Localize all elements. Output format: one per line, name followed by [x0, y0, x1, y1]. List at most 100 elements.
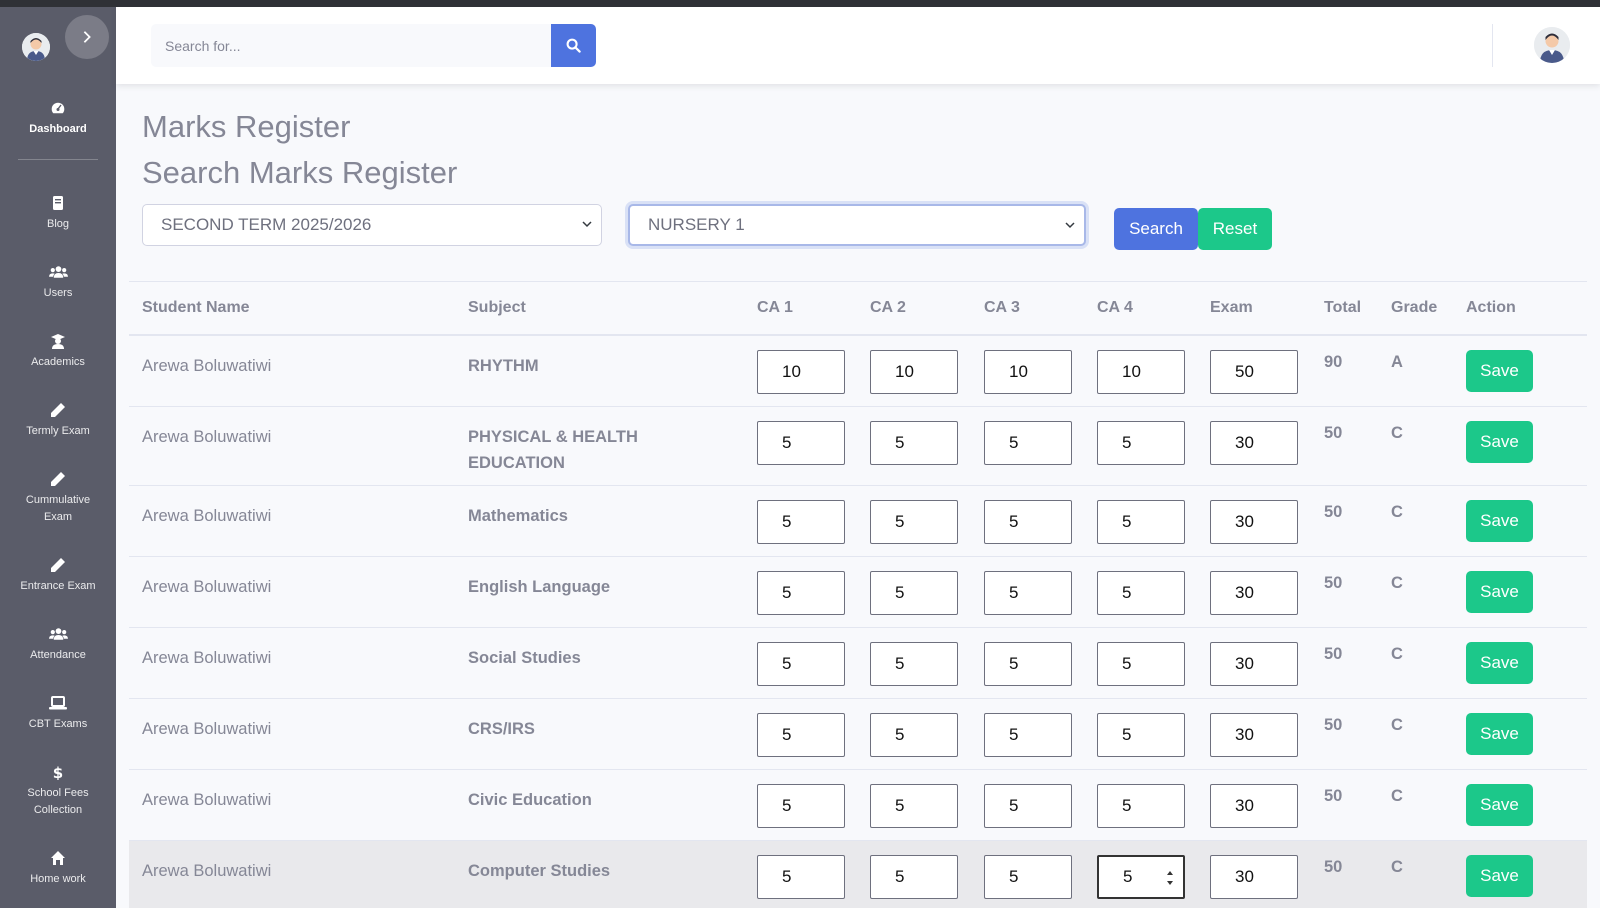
ca2-score-input[interactable]: 5: [870, 571, 958, 615]
ca1-score-input[interactable]: 5: [757, 784, 845, 828]
ca2-score-input[interactable]: 10: [870, 350, 958, 394]
subject-cell: Social Studies: [468, 649, 581, 667]
subject-cell: Civic Education: [468, 791, 592, 809]
table-row: Arewa Boluwatiwi PHYSICAL & HEALTH EDUCAT…: [129, 407, 1587, 486]
ca4-score-input[interactable]: 10: [1097, 350, 1185, 394]
brand-avatar-icon[interactable]: [22, 33, 50, 61]
student-name-cell: Arewa Boluwatiwi: [142, 862, 272, 880]
search-button[interactable]: [551, 24, 596, 67]
save-button[interactable]: Save: [1466, 350, 1533, 392]
spinner-arrows-icon[interactable]: [1165, 867, 1175, 889]
header-exam: Exam: [1210, 299, 1253, 316]
sidebar-item-blog[interactable]: Blog: [0, 160, 116, 263]
reset-filter-button[interactable]: Reset: [1198, 208, 1272, 250]
main-content: Marks Register Search Marks Register SEC…: [116, 84, 1600, 908]
exam-score-input[interactable]: 30: [1210, 642, 1298, 686]
ca1-score-input[interactable]: 5: [757, 571, 845, 615]
exam-score-input[interactable]: 30: [1210, 855, 1298, 899]
sidebar-item-dashboard[interactable]: Dashboard: [0, 85, 116, 153]
ca4-score-input[interactable]: 5: [1097, 500, 1185, 544]
ca3-score-input[interactable]: 5: [984, 713, 1072, 757]
grade-cell: A: [1391, 353, 1403, 371]
student-name-cell: Arewa Boluwatiwi: [142, 649, 272, 667]
save-button[interactable]: Save: [1466, 784, 1533, 826]
sidebar-item-users[interactable]: Users: [0, 263, 116, 332]
grade-cell: C: [1391, 716, 1403, 734]
ca4-score-input[interactable]: 5: [1097, 784, 1185, 828]
sidebar-item-label: Entrance Exam: [20, 580, 96, 592]
ca1-score-input[interactable]: 10: [757, 350, 845, 394]
total-cell: 50: [1324, 424, 1343, 442]
search-input[interactable]: [151, 24, 551, 67]
sidebar-item-cbt-exams[interactable]: CBT Exams: [0, 694, 116, 763]
ca3-score-input[interactable]: 5: [984, 500, 1072, 544]
ca3-score-input[interactable]: 5: [984, 571, 1072, 615]
term-select[interactable]: SECOND TERM 2025/2026: [142, 204, 602, 246]
exam-score-input[interactable]: 30: [1210, 500, 1298, 544]
save-button[interactable]: Save: [1466, 571, 1533, 613]
student-name-cell: Arewa Boluwatiwi: [142, 578, 272, 596]
ca3-score-value: 5: [1009, 867, 1019, 886]
ca3-score-input[interactable]: 5: [984, 642, 1072, 686]
class-select[interactable]: NURSERY 1: [628, 204, 1086, 246]
exam-score-value: 30: [1235, 583, 1254, 602]
sidebar-item-academics[interactable]: Academics: [0, 332, 116, 401]
exam-score-input[interactable]: 30: [1210, 571, 1298, 615]
header-ca2: CA 2: [870, 299, 906, 316]
save-button[interactable]: Save: [1466, 855, 1533, 897]
ca4-score-value: 5: [1122, 725, 1132, 744]
exam-score-input[interactable]: 50: [1210, 350, 1298, 394]
table-row: Arewa Boluwatiwi Mathematics 5 5 5 5 30 50 C Save: [129, 486, 1587, 557]
search-filter-button[interactable]: Search: [1114, 208, 1198, 250]
sidebar-toggle-button[interactable]: [65, 15, 109, 59]
save-button[interactable]: Save: [1466, 642, 1533, 684]
ca2-score-input[interactable]: 5: [870, 642, 958, 686]
ca2-score-input[interactable]: 5: [870, 421, 958, 465]
exam-score-value: 30: [1235, 867, 1254, 886]
exam-score-input[interactable]: 30: [1210, 421, 1298, 465]
ca4-score-input[interactable]: 5: [1097, 421, 1185, 465]
ca1-score-input[interactable]: 5: [757, 713, 845, 757]
ca2-score-input[interactable]: 5: [870, 855, 958, 899]
tachometer-icon: [50, 101, 66, 115]
sidebar-item-label: Blog: [46, 218, 70, 230]
student-name-cell: Arewa Boluwatiwi: [142, 791, 272, 809]
ca1-score-input[interactable]: 5: [757, 642, 845, 686]
ca4-score-input[interactable]: 5: [1097, 713, 1185, 757]
ca4-score-input[interactable]: 5: [1097, 642, 1185, 686]
sidebar-header: [0, 7, 116, 85]
ca2-score-input[interactable]: 5: [870, 500, 958, 544]
page-subtitle: Search Marks Register: [142, 155, 458, 190]
dollar-icon: $: [53, 764, 63, 780]
ca4-score-input[interactable]: 5: [1097, 571, 1185, 615]
table-row: Arewa Boluwatiwi CRS/IRS 5 5 5 5 30 50 C Save: [129, 699, 1587, 770]
sidebar-item-cummulative-exam[interactable]: Cummulative Exam: [0, 470, 116, 556]
ca1-score-input[interactable]: 5: [757, 855, 845, 899]
save-button[interactable]: Save: [1466, 421, 1533, 463]
ca1-score-input[interactable]: 5: [757, 500, 845, 544]
ca3-score-input[interactable]: 10: [984, 350, 1072, 394]
ca3-score-value: 5: [1009, 433, 1019, 452]
user-avatar[interactable]: [1534, 27, 1570, 63]
sidebar-item-home-work[interactable]: Home work: [0, 849, 116, 908]
ca3-score-value: 5: [1009, 725, 1019, 744]
ca3-score-input[interactable]: 5: [984, 421, 1072, 465]
sidebar-item-termly-exam[interactable]: Termly Exam: [0, 401, 116, 470]
ca2-score-input[interactable]: 5: [870, 713, 958, 757]
sidebar-item-attendance[interactable]: Attendance: [0, 625, 116, 694]
exam-score-input[interactable]: 30: [1210, 713, 1298, 757]
exam-score-input[interactable]: 30: [1210, 784, 1298, 828]
ca4-score-input[interactable]: 5: [1097, 855, 1185, 899]
ca3-score-input[interactable]: 5: [984, 784, 1072, 828]
page-title: Marks Register: [142, 109, 351, 144]
ca4-score-value: 10: [1122, 362, 1141, 381]
sidebar-item-entrance-exam[interactable]: Entrance Exam: [0, 556, 116, 625]
ca1-score-input[interactable]: 5: [757, 421, 845, 465]
header-action: Action: [1466, 299, 1516, 316]
save-button[interactable]: Save: [1466, 713, 1533, 755]
ca3-score-input[interactable]: 5: [984, 855, 1072, 899]
save-button[interactable]: Save: [1466, 500, 1533, 542]
sidebar-item-school-fees[interactable]: $ School Fees Collection: [0, 763, 116, 849]
chevron-down-icon: [582, 221, 592, 228]
ca2-score-input[interactable]: 5: [870, 784, 958, 828]
